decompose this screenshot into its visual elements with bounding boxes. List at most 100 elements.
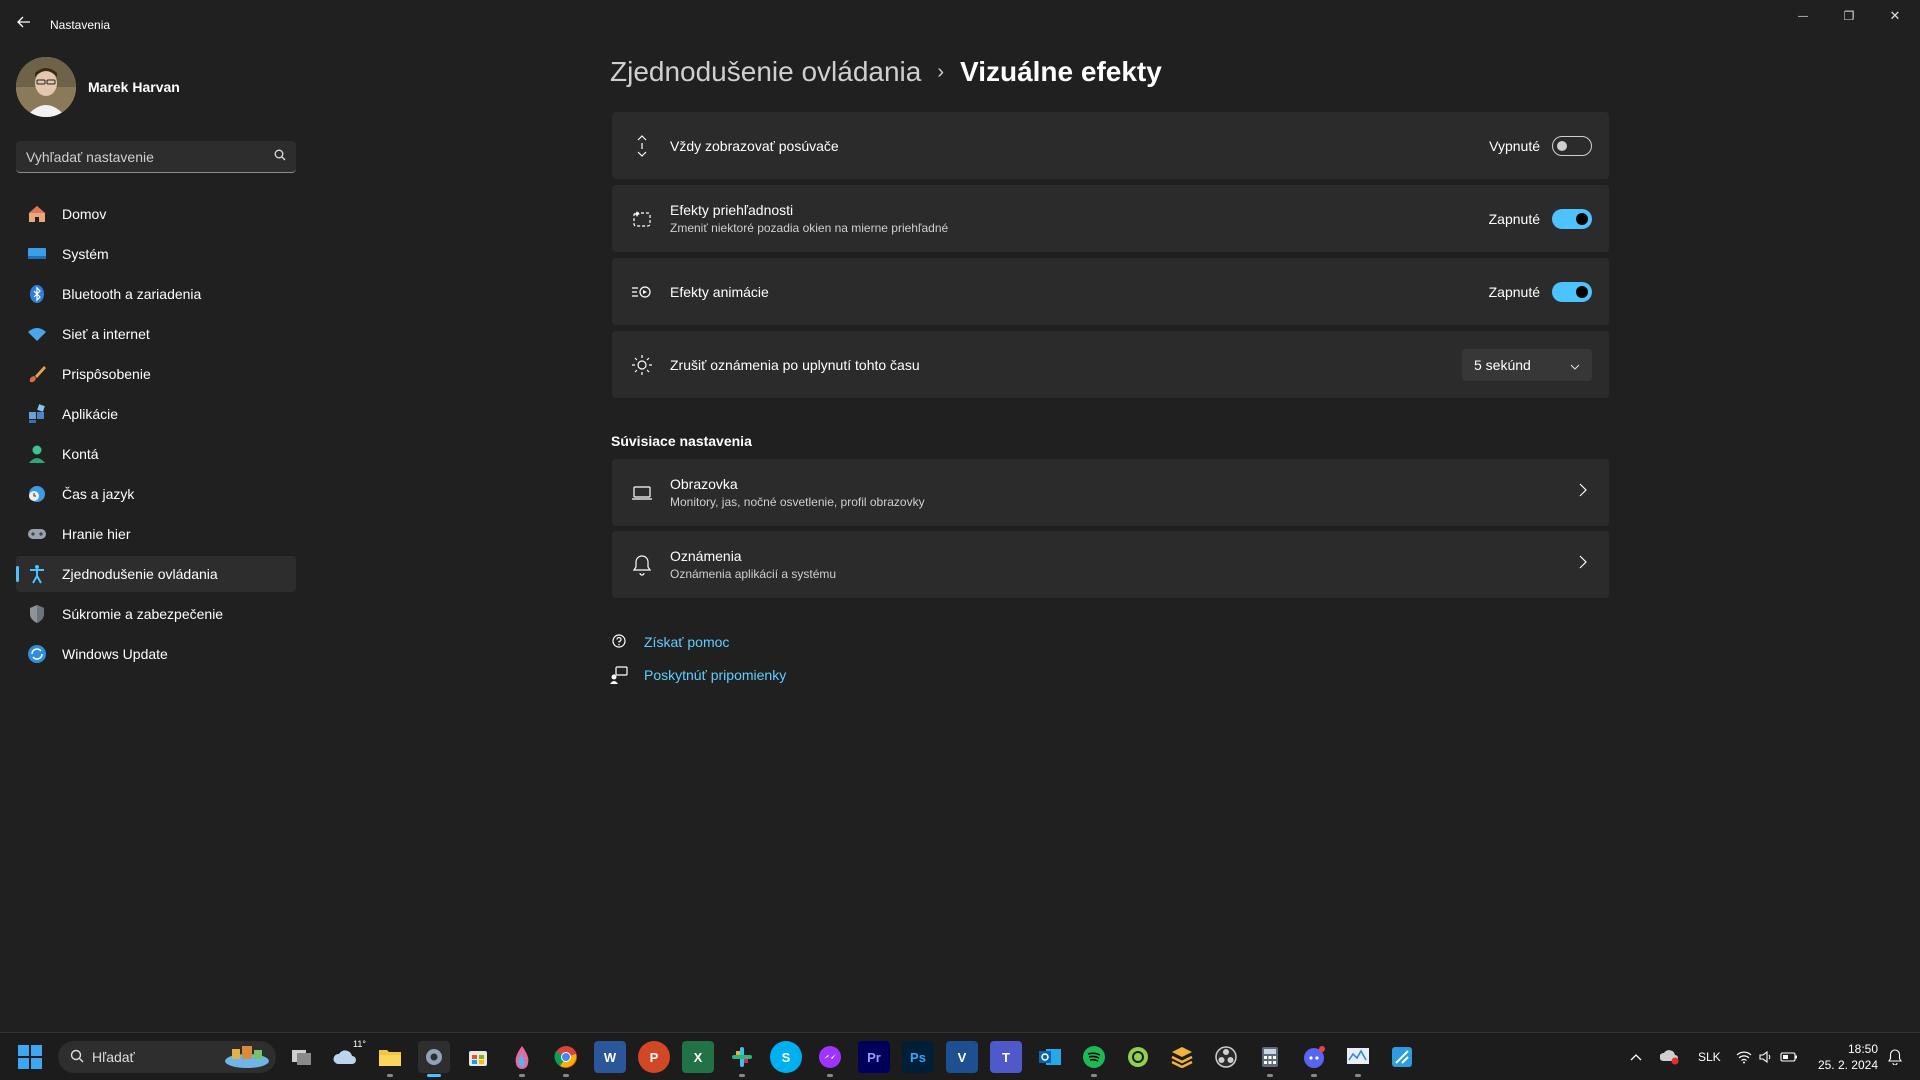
sidebar-item-accounts[interactable]: Kontá: [16, 436, 296, 472]
sidebar-item-network[interactable]: Sieť a internet: [16, 316, 296, 352]
sidebar-item-windows-update[interactable]: Windows Update: [16, 636, 296, 672]
related-item-notifications[interactable]: Oznámenia Oznámenia aplikácií a systému: [612, 531, 1609, 598]
sidebar-item-privacy[interactable]: Súkromie a zabezpečenie: [16, 596, 296, 632]
sidebar-item-apps[interactable]: Aplikácie: [16, 396, 296, 432]
notification-timeout-dropdown[interactable]: 5 sekúnd: [1462, 348, 1592, 381]
feedback-link[interactable]: Poskytnúť pripomienky: [610, 666, 786, 684]
word-icon[interactable]: W: [594, 1041, 626, 1073]
related-title: Obrazovka: [670, 476, 738, 492]
system-icon: [26, 243, 48, 265]
title-bar: Nastavenia — ❐ ✕: [0, 0, 1920, 48]
battery-icon[interactable]: [1780, 1033, 1802, 1080]
breadcrumb: Zjednodušenie ovládania › Vizuálne efekt…: [610, 56, 1162, 88]
sidebar-item-label: Zjednodušenie ovládania: [62, 566, 218, 582]
dropdown-value: 5 sekúnd: [1474, 356, 1531, 373]
related-subtitle: Monitory, jas, nočné osvetlenie, profil …: [670, 495, 925, 509]
settings-app-icon[interactable]: [418, 1041, 450, 1077]
related-subtitle: Oznámenia aplikácií a systému: [670, 567, 837, 581]
sidebar-item-label: Súkromie a zabezpečenie: [62, 606, 224, 622]
spotify-icon[interactable]: [1078, 1041, 1110, 1077]
get-help-link[interactable]: Získať pomoc: [610, 633, 729, 651]
xbox-icon[interactable]: [1122, 1041, 1154, 1073]
sidebar-item-label: Domov: [62, 206, 107, 222]
setting-title: Zrušiť oznámenia po uplynutí tohto času: [670, 356, 920, 373]
chevron-right-icon: [1579, 555, 1587, 574]
clock-date: 25. 2. 2024: [1817, 1058, 1878, 1072]
close-button[interactable]: ✕: [1872, 0, 1918, 32]
snipping-tool-icon[interactable]: [1386, 1041, 1418, 1073]
tray-overflow-icon[interactable]: [1630, 1033, 1650, 1080]
search-icon: [70, 1049, 84, 1066]
obs-icon[interactable]: [1210, 1041, 1242, 1073]
profile-name: Marek Harvan: [88, 79, 180, 95]
minimize-button[interactable]: —: [1780, 0, 1826, 32]
discord-icon[interactable]: [1298, 1041, 1330, 1077]
visio-icon[interactable]: V: [946, 1041, 978, 1073]
windows-start-icon[interactable]: [18, 1045, 42, 1069]
sidebar-item-system[interactable]: Systém: [16, 236, 296, 272]
shield-icon: [26, 603, 48, 625]
photoshop-icon[interactable]: Ps: [902, 1041, 934, 1073]
sidebar-item-gaming[interactable]: Hranie hier: [16, 516, 296, 552]
wifi-icon[interactable]: [1736, 1033, 1756, 1080]
home-icon: [26, 203, 48, 225]
volume-icon[interactable]: [1758, 1033, 1778, 1080]
chevron-down-icon: [1570, 357, 1580, 373]
search-input[interactable]: [26, 148, 274, 165]
resource-monitor-icon[interactable]: [1342, 1041, 1374, 1077]
related-item-display[interactable]: Obrazovka Monitory, jas, nočné osvetleni…: [612, 459, 1609, 526]
calculator-icon[interactable]: [1254, 1041, 1286, 1077]
language-indicator[interactable]: SLK: [1698, 1033, 1728, 1080]
notification-bell-icon[interactable]: [1888, 1033, 1908, 1080]
messenger-icon[interactable]: [814, 1041, 846, 1077]
sidebar-item-home[interactable]: Domov: [16, 196, 296, 232]
back-arrow-icon[interactable]: [12, 10, 36, 34]
maximize-button[interactable]: ❐: [1826, 0, 1872, 32]
network-icon: [26, 323, 48, 345]
premiere-icon[interactable]: Pr: [858, 1041, 890, 1073]
sidebar-item-label: Bluetooth a zariadenia: [62, 286, 202, 302]
teams-icon[interactable]: T: [990, 1041, 1022, 1073]
update-icon: [26, 643, 48, 665]
chrome-icon[interactable]: [550, 1041, 582, 1077]
skype-icon[interactable]: S: [770, 1041, 802, 1073]
slack-icon[interactable]: [726, 1041, 758, 1077]
setting-title: Efekty priehľadnosti: [670, 202, 794, 218]
animation-icon: [614, 284, 670, 300]
user-profile[interactable]: Marek Harvan: [16, 57, 180, 117]
transparency-toggle[interactable]: [1552, 208, 1592, 229]
task-view-icon[interactable]: [286, 1041, 318, 1073]
breadcrumb-parent[interactable]: Zjednodušenie ovládania: [610, 56, 921, 88]
onedrive-error-icon[interactable]: [1660, 1033, 1684, 1080]
taskbar-search-label: Hľadať: [92, 1049, 135, 1065]
link-label[interactable]: Získať pomoc: [644, 634, 729, 650]
sidebar-item-time-language[interactable]: Čas a jazyk: [16, 476, 296, 512]
search-highlight-icon: [224, 1043, 270, 1072]
powerpoint-icon[interactable]: P: [638, 1041, 670, 1073]
weather-icon[interactable]: 11°: [330, 1039, 366, 1073]
excel-icon[interactable]: X: [682, 1041, 714, 1073]
sidebar-item-bluetooth[interactable]: Bluetooth a zariadenia: [16, 276, 296, 312]
scrollbars-toggle[interactable]: [1552, 135, 1592, 156]
feedback-icon: [610, 666, 628, 684]
taskbar-clock[interactable]: 18:50 25. 2. 2024: [1814, 1041, 1878, 1073]
file-explorer-icon[interactable]: [374, 1041, 406, 1077]
sidebar-item-accessibility[interactable]: Zjednodušenie ovládania: [16, 556, 296, 592]
search-icon[interactable]: [274, 148, 286, 166]
gamepad-icon: [26, 523, 48, 545]
link-label[interactable]: Poskytnúť pripomienky: [644, 667, 786, 683]
paint-drop-icon[interactable]: [506, 1041, 538, 1077]
sidebar-item-label: Kontá: [62, 446, 99, 462]
taskbar-search[interactable]: Hľadať: [58, 1041, 276, 1073]
settings-search[interactable]: [16, 141, 296, 173]
animation-toggle[interactable]: [1552, 281, 1592, 302]
sidebar-item-label: Prispôsobenie: [62, 366, 151, 382]
outlook-icon[interactable]: [1034, 1041, 1066, 1073]
close-icon: ✕: [1889, 8, 1901, 23]
display-icon: [614, 484, 670, 502]
sidebar-nav: Domov Systém Bluetooth a zariadenia Sieť…: [16, 196, 296, 676]
store-icon[interactable]: [462, 1041, 494, 1073]
sidebar-item-label: Čas a jazyk: [62, 486, 135, 502]
sidebar-item-personalization[interactable]: Prispôsobenie: [16, 356, 296, 392]
layers-icon[interactable]: [1166, 1041, 1198, 1073]
